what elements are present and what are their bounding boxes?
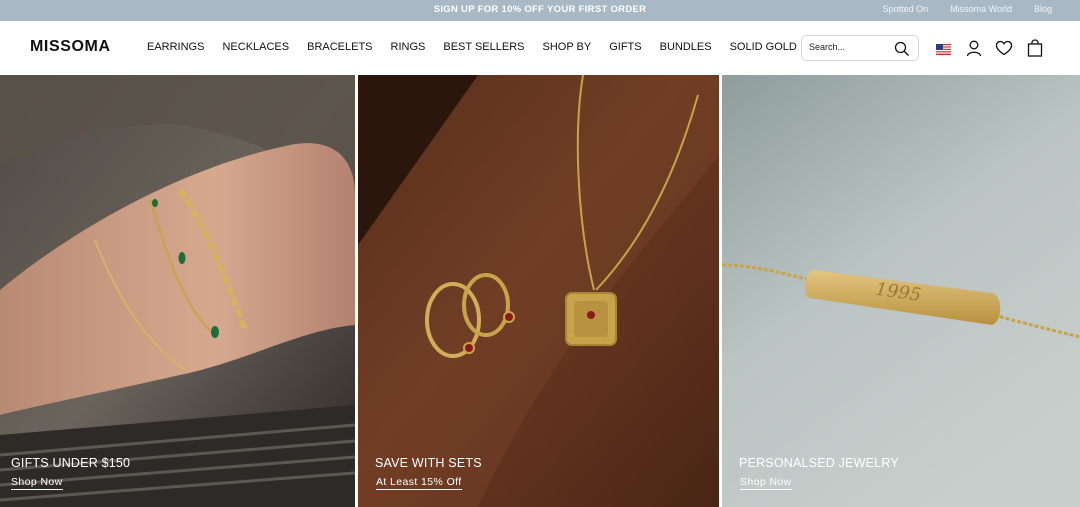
hero-panel-gifts[interactable]: GIFTS UNDER $150 Shop Now [0, 75, 355, 507]
engraved-bracelet-photo: 1995 [722, 75, 1080, 507]
shop-now-link[interactable]: Shop Now [11, 476, 63, 490]
nav-item-necklaces[interactable]: NECKLACES [222, 41, 289, 53]
shop-now-link[interactable]: Shop Now [740, 476, 792, 490]
panel-title: PERSONALSED JEWELRY [739, 456, 899, 470]
bag-icon[interactable] [1026, 39, 1044, 57]
utility-link-blog[interactable]: Blog [1034, 4, 1052, 14]
logo[interactable]: MISSOMA [30, 38, 111, 56]
promo-bar: SIGN UP FOR 10% OFF YOUR FIRST ORDER Spo… [0, 0, 1080, 21]
utility-links: Spotted On Missoma World Blog [861, 4, 1052, 14]
nav-item-bracelets[interactable]: BRACELETS [307, 41, 372, 53]
search-icon[interactable] [894, 41, 910, 57]
utility-link-missoma-world[interactable]: Missoma World [950, 4, 1012, 14]
site-header: MISSOMA EARRINGS NECKLACES BRACELETS RIN… [0, 21, 1080, 75]
panel-title: SAVE WITH SETS [375, 456, 482, 470]
us-flag-icon[interactable] [936, 42, 951, 55]
at-least-15-off-link[interactable]: At Least 15% Off [376, 476, 462, 490]
nav-item-gifts[interactable]: GIFTS [609, 41, 641, 53]
hero-panel-personalised[interactable]: 1995 PERSONALSED JEWELRY Shop Now [722, 75, 1080, 507]
main-nav: EARRINGS NECKLACES BRACELETS RINGS BEST … [147, 41, 815, 53]
nav-item-rings[interactable]: RINGS [391, 41, 426, 53]
search-input[interactable] [809, 42, 889, 52]
earrings-necklace-photo [358, 75, 719, 507]
panel-title: GIFTS UNDER $150 [11, 456, 131, 470]
nav-item-bundles[interactable]: BUNDLES [660, 41, 712, 53]
wishlist-heart-icon[interactable] [995, 39, 1013, 57]
nav-item-shop-by[interactable]: SHOP BY [543, 41, 592, 53]
hero-panel-sets[interactable]: SAVE WITH SETS At Least 15% Off [358, 75, 719, 507]
search-box [801, 35, 919, 61]
account-icon[interactable] [965, 39, 983, 57]
utility-link-spotted-on[interactable]: Spotted On [883, 4, 929, 14]
nav-item-solid-gold[interactable]: SOLID GOLD [730, 41, 797, 53]
bracelet-photo [0, 75, 355, 507]
nav-item-best-sellers[interactable]: BEST SELLERS [443, 41, 524, 53]
nav-item-earrings[interactable]: EARRINGS [147, 41, 204, 53]
